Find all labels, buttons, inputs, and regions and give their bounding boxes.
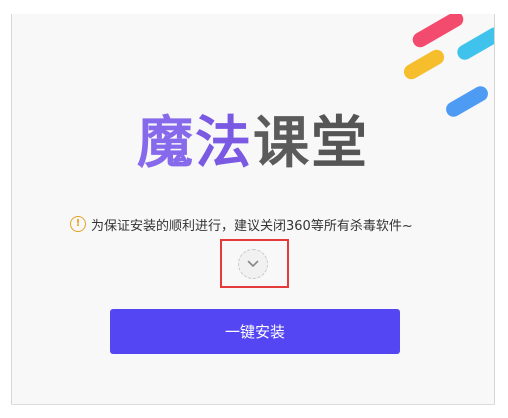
one-click-install-button[interactable]: 一键安装 xyxy=(110,309,400,354)
logo-char: 课 xyxy=(253,111,311,176)
decoration-stripe-red xyxy=(410,14,466,50)
notice-text: 为保证安装的顺利进行，建议关闭360等所有杀毒软件~ xyxy=(91,218,413,234)
logo-char: 魔 xyxy=(137,111,195,176)
decoration-stripe-yellow xyxy=(401,47,447,82)
expand-options-button[interactable] xyxy=(238,249,268,279)
chevron-down-icon xyxy=(247,260,259,267)
logo-char: 堂 xyxy=(311,111,369,176)
decoration-stripe-cyan xyxy=(454,24,494,63)
app-logo: 魔法课堂 xyxy=(12,114,494,174)
page: 魔法课堂 ! 为保证安装的顺利进行，建议关闭360等所有杀毒软件~ 一键安装 xyxy=(0,0,508,418)
installer-window: 魔法课堂 ! 为保证安装的顺利进行，建议关闭360等所有杀毒软件~ 一键安装 xyxy=(11,14,495,404)
window-bottom-border xyxy=(11,404,495,405)
warning-icon: ! xyxy=(70,216,86,232)
antivirus-notice: ! 为保证安装的顺利进行，建议关闭360等所有杀毒软件~ xyxy=(70,214,413,234)
logo-char: 法 xyxy=(195,111,253,176)
